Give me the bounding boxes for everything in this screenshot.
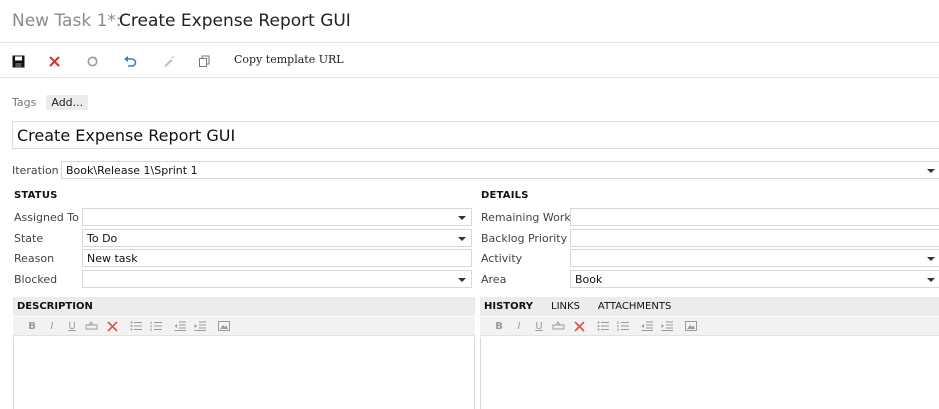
outdent-button[interactable] bbox=[638, 318, 656, 334]
title-bar: New Task 1*: Create Expense Report GUI bbox=[0, 0, 939, 43]
refresh-button[interactable] bbox=[83, 52, 101, 70]
edit-button[interactable] bbox=[159, 52, 177, 70]
description-editor[interactable] bbox=[13, 337, 475, 409]
refresh-icon bbox=[87, 56, 97, 66]
reason-label: Reason bbox=[14, 252, 55, 265]
undo-button[interactable] bbox=[121, 52, 139, 70]
numbered-list-icon bbox=[617, 321, 629, 331]
italic-button[interactable]: I bbox=[43, 318, 61, 334]
bulleted-list-button[interactable] bbox=[127, 318, 145, 334]
blocked-label: Blocked bbox=[14, 273, 58, 286]
close-icon bbox=[106, 320, 118, 332]
indent-icon bbox=[661, 321, 673, 331]
description-heading: DESCRIPTION bbox=[17, 301, 93, 312]
bulleted-list-icon bbox=[130, 321, 142, 331]
chevron-down-icon bbox=[458, 216, 466, 220]
description-panel-header: DESCRIPTION bbox=[13, 297, 475, 316]
area-label: Area bbox=[481, 273, 507, 286]
tab-attachments[interactable]: ATTACHMENTS bbox=[598, 301, 671, 312]
indent-button[interactable] bbox=[658, 318, 676, 334]
numbered-list-icon bbox=[150, 321, 162, 331]
backlog-priority-label: Backlog Priority bbox=[481, 232, 568, 245]
highlight-button[interactable] bbox=[550, 318, 568, 334]
area-select[interactable]: Book bbox=[570, 270, 939, 288]
bold-button[interactable]: B bbox=[23, 318, 41, 334]
insert-image-button[interactable] bbox=[215, 318, 233, 334]
bulleted-list-icon bbox=[597, 321, 609, 331]
assigned-to-select[interactable] bbox=[82, 208, 472, 226]
edit-icon bbox=[164, 55, 174, 66]
tags-row: Tags Add... bbox=[12, 94, 89, 110]
iteration-select[interactable]: Book\Release 1\Sprint 1 bbox=[61, 161, 939, 179]
highlight-icon bbox=[85, 321, 98, 330]
state-select[interactable]: To Do bbox=[82, 229, 472, 247]
tab-history[interactable]: HISTORY bbox=[484, 301, 533, 312]
add-tag-button[interactable]: Add... bbox=[46, 94, 89, 110]
area-value: Book bbox=[575, 273, 603, 286]
save-button[interactable] bbox=[9, 52, 27, 70]
highlight-icon bbox=[552, 321, 565, 330]
outdent-button[interactable] bbox=[171, 318, 189, 334]
tags-label: Tags bbox=[12, 95, 37, 109]
description-rich-text-toolbar: B I U bbox=[13, 317, 475, 336]
backlog-priority-input[interactable] bbox=[570, 229, 939, 247]
clear-format-button[interactable] bbox=[570, 318, 588, 334]
chevron-down-icon bbox=[927, 169, 935, 173]
indent-button[interactable] bbox=[191, 318, 209, 334]
history-panel-header: HISTORY LINKS ATTACHMENTS bbox=[480, 297, 939, 316]
discard-button[interactable] bbox=[45, 52, 63, 70]
save-icon bbox=[12, 55, 24, 67]
state-value: To Do bbox=[87, 232, 118, 245]
blocked-select[interactable] bbox=[82, 270, 472, 288]
activity-label: Activity bbox=[481, 252, 523, 265]
chevron-down-icon bbox=[927, 257, 935, 261]
status-heading: STATUS bbox=[14, 190, 58, 201]
history-editor[interactable] bbox=[480, 337, 939, 409]
iteration-value: Book\Release 1\Sprint 1 bbox=[66, 164, 198, 177]
numbered-list-button[interactable] bbox=[614, 318, 632, 334]
close-icon bbox=[573, 320, 585, 332]
copy-template-url-button[interactable]: Copy template URL bbox=[234, 53, 344, 66]
remaining-work-input[interactable] bbox=[570, 208, 939, 226]
image-icon bbox=[218, 321, 230, 331]
copy-button[interactable] bbox=[195, 52, 213, 70]
iteration-label: Iteration bbox=[12, 164, 59, 177]
image-icon bbox=[685, 321, 697, 331]
assigned-to-label: Assigned To bbox=[14, 211, 79, 224]
copy-icon bbox=[198, 55, 209, 67]
indent-icon bbox=[194, 321, 206, 331]
underline-button[interactable]: U bbox=[63, 318, 81, 334]
close-icon bbox=[48, 55, 60, 67]
italic-button[interactable]: I bbox=[510, 318, 528, 334]
chevron-down-icon bbox=[458, 278, 466, 282]
insert-image-button[interactable] bbox=[682, 318, 700, 334]
tab-links[interactable]: LINKS bbox=[551, 301, 580, 312]
reason-value: New task bbox=[87, 252, 138, 265]
title-input[interactable]: Create Expense Report GUI bbox=[12, 121, 939, 149]
work-item-prefix: New Task 1*: bbox=[12, 11, 122, 31]
numbered-list-button[interactable] bbox=[147, 318, 165, 334]
bulleted-list-button[interactable] bbox=[594, 318, 612, 334]
state-label: State bbox=[14, 232, 44, 245]
chevron-down-icon bbox=[458, 237, 466, 241]
clear-format-button[interactable] bbox=[103, 318, 121, 334]
outdent-icon bbox=[641, 321, 653, 331]
reason-field[interactable]: New task bbox=[82, 249, 472, 267]
remaining-work-label: Remaining Work bbox=[481, 211, 571, 224]
history-rich-text-toolbar: B I U bbox=[480, 317, 939, 336]
details-heading: DETAILS bbox=[481, 190, 529, 201]
activity-select[interactable] bbox=[570, 249, 939, 267]
underline-button[interactable]: U bbox=[530, 318, 548, 334]
highlight-button[interactable] bbox=[83, 318, 101, 334]
outdent-icon bbox=[174, 321, 186, 331]
chevron-down-icon bbox=[927, 278, 935, 282]
undo-icon bbox=[124, 55, 137, 67]
toolbar: Copy template URL bbox=[0, 44, 939, 78]
work-item-title-heading: Create Expense Report GUI bbox=[119, 11, 351, 31]
bold-button[interactable]: B bbox=[490, 318, 508, 334]
